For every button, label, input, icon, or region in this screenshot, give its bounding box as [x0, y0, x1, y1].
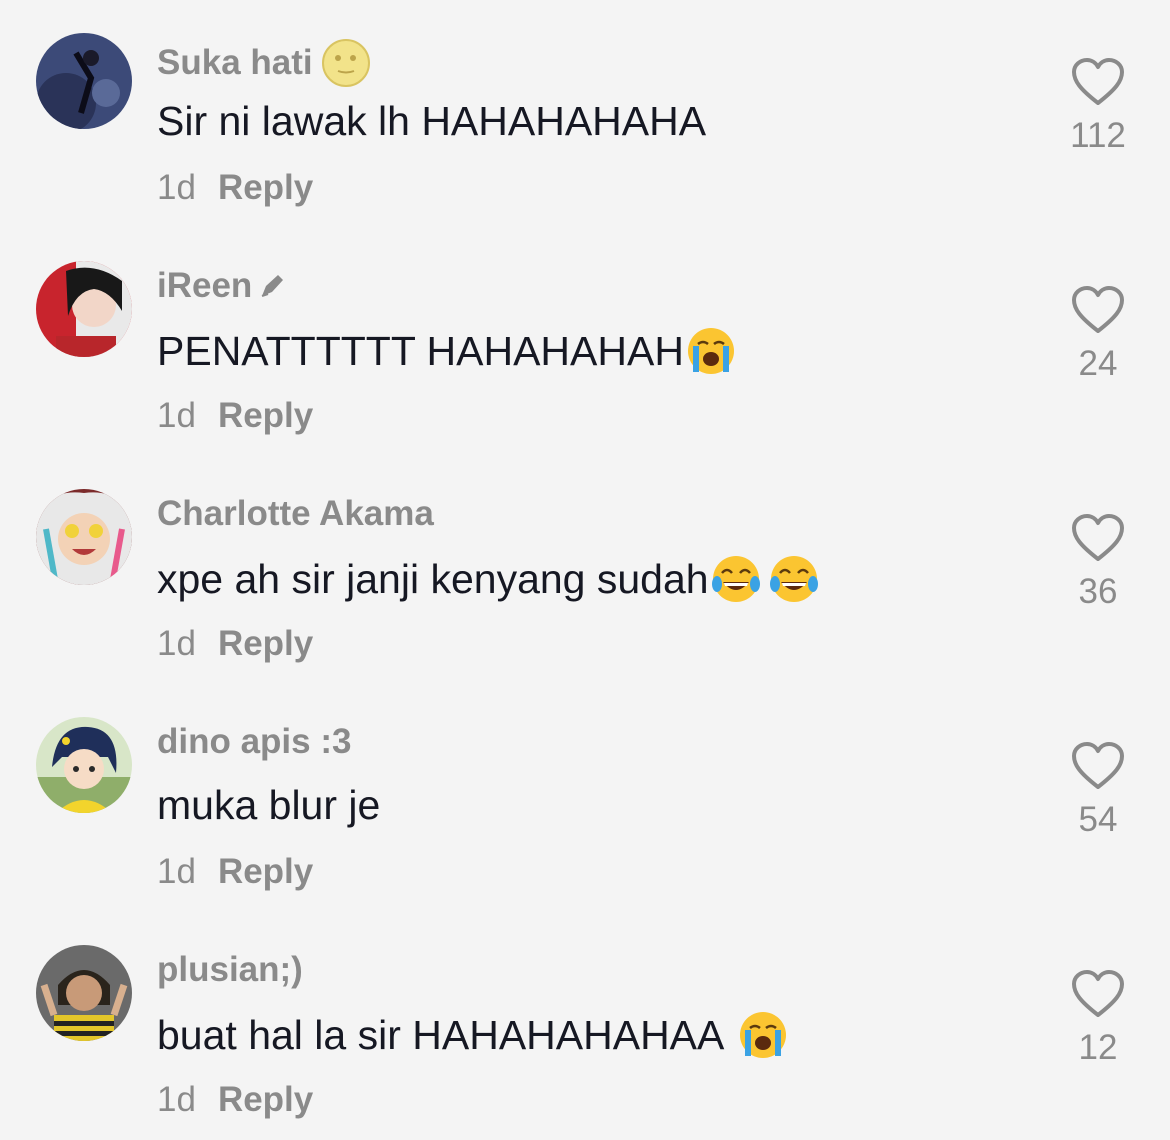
like-button[interactable]: 12	[1058, 968, 1138, 1068]
comment-username[interactable]: Charlotte Akama	[157, 494, 434, 534]
heart-icon	[1072, 286, 1124, 333]
comment-text: PENATTTTTT HAHAHAHAH	[157, 326, 736, 376]
username-text: Charlotte Akama	[157, 494, 434, 533]
comment-text: Sir ni lawak lh HAHAHAHAHA	[157, 98, 706, 145]
crying-face-icon	[738, 1010, 788, 1060]
like-count: 112	[1070, 116, 1126, 155]
comment-time: 1d	[157, 852, 196, 891]
comment-item: plusian;) buat hal la sir HAHAHAHAHAA 1d…	[0, 912, 1170, 1140]
comment-time: 1d	[157, 168, 196, 207]
like-button[interactable]: 36	[1058, 512, 1138, 612]
reply-button[interactable]: Reply	[218, 1080, 313, 1120]
like-button[interactable]: 112	[1058, 56, 1138, 156]
comment-text-content: Sir ni lawak lh HAHAHAHAHA	[157, 98, 707, 144]
comment-text: xpe ah sir janji kenyang sudah	[157, 554, 819, 604]
crying-face-icon	[686, 326, 736, 376]
comment-item: Charlotte Akama xpe ah sir janji kenyang…	[0, 456, 1170, 684]
comment-meta: 1d Reply	[157, 396, 313, 436]
username-text: Suka hati	[157, 43, 313, 82]
comment-text: muka blur je	[157, 782, 380, 829]
avatar[interactable]	[36, 489, 132, 585]
username-text: plusian;)	[157, 950, 303, 989]
avatar[interactable]	[36, 261, 132, 357]
pen-icon	[258, 272, 286, 300]
comment-time: 1d	[157, 396, 196, 435]
comment-meta: 1d Reply	[157, 168, 313, 208]
heart-icon	[1072, 514, 1124, 561]
like-count: 12	[1078, 1028, 1118, 1067]
comment-text-content: muka blur je	[157, 782, 381, 828]
reply-button[interactable]: Reply	[218, 624, 313, 664]
comment-text-content: xpe ah sir janji kenyang sudah	[157, 555, 709, 602]
comment-item: Suka hati Sir ni lawak lh HAHAHAHAHA 1d …	[0, 0, 1170, 228]
comment-item: dino apis :3 muka blur je 1d Reply 54	[0, 684, 1170, 912]
avatar[interactable]	[36, 717, 132, 813]
moon-face-icon	[321, 38, 371, 88]
comment-username[interactable]: dino apis :3	[157, 722, 351, 762]
reply-button[interactable]: Reply	[218, 852, 313, 892]
comment-username[interactable]: plusian;)	[157, 950, 303, 990]
comment-meta: 1d Reply	[157, 852, 313, 892]
like-count: 36	[1078, 572, 1118, 611]
tears-of-joy-icon	[769, 554, 819, 604]
comment-item: iReen PENATTTTTT HAHAHAHAH 1d Reply 24	[0, 228, 1170, 456]
comment-time: 1d	[157, 1080, 196, 1119]
tears-of-joy-icon	[711, 554, 761, 604]
comment-time: 1d	[157, 624, 196, 663]
comment-username[interactable]: Suka hati	[157, 38, 371, 88]
like-button[interactable]: 54	[1058, 740, 1138, 840]
username-text: iReen	[157, 266, 253, 305]
reply-button[interactable]: Reply	[218, 396, 313, 436]
comment-username[interactable]: iReen	[157, 266, 286, 306]
comment-meta: 1d Reply	[157, 1080, 313, 1120]
comment-meta: 1d Reply	[157, 624, 313, 664]
like-count: 54	[1078, 800, 1118, 839]
like-count: 24	[1078, 344, 1118, 383]
like-button[interactable]: 24	[1058, 284, 1138, 384]
heart-icon	[1072, 58, 1124, 105]
heart-icon	[1072, 742, 1124, 789]
reply-button[interactable]: Reply	[218, 168, 313, 208]
comment-text-content: buat hal la sir HAHAHAHAHAA	[157, 1011, 725, 1058]
heart-icon	[1072, 970, 1124, 1017]
comment-text-content: PENATTTTTT HAHAHAHAH	[157, 327, 684, 374]
username-text: dino apis :3	[157, 722, 352, 761]
comment-text: buat hal la sir HAHAHAHAHAA	[157, 1010, 788, 1060]
avatar[interactable]	[36, 945, 132, 1041]
avatar[interactable]	[36, 33, 132, 129]
